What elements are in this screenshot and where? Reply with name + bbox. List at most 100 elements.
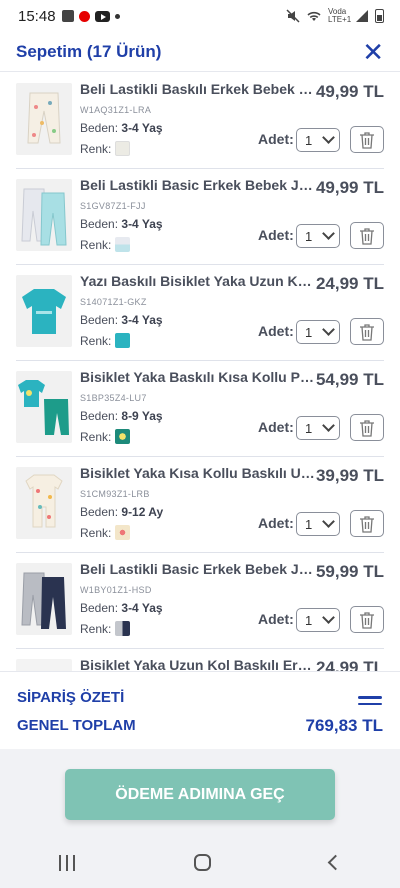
- quantity-value: 1: [305, 228, 313, 244]
- chevron-down-icon: [322, 227, 335, 240]
- cart-header: Sepetim (17 Ürün) ✕: [0, 32, 400, 72]
- product-size: Beden: 3-4 Yaş: [80, 601, 163, 615]
- size-value: 3-4 Yaş: [121, 601, 163, 615]
- recent-apps-icon[interactable]: [59, 854, 76, 871]
- cart-item: Beli Lastikli Basic Erkek Bebek Jog... 4…: [16, 169, 384, 265]
- color-swatch: [115, 333, 131, 348]
- size-label: Beden:: [80, 601, 119, 615]
- size-value: 3-4 Yaş: [121, 121, 163, 135]
- quantity-label: Adet:: [258, 131, 294, 147]
- back-icon[interactable]: [327, 854, 343, 871]
- delete-button[interactable]: [350, 510, 384, 537]
- chevron-down-icon: [322, 515, 335, 528]
- cart-item: Yazı Baskılı Bisiklet Yaka Uzun Koll... …: [16, 265, 384, 361]
- summary-toggle-icon[interactable]: [358, 696, 382, 709]
- chevron-down-icon: [322, 419, 335, 432]
- quantity-label: Adet:: [258, 611, 294, 627]
- quantity-select[interactable]: 1: [296, 416, 340, 440]
- color-swatch: [115, 429, 131, 444]
- size-label: Beden:: [80, 409, 119, 423]
- checkout-button[interactable]: ÖDEME ADIMINA GEÇ: [65, 769, 335, 820]
- product-image[interactable]: [16, 659, 72, 671]
- product-image[interactable]: [16, 371, 72, 443]
- cart-item: Bisiklet Yaka Kısa Kollu Baskılı Unis...…: [16, 457, 384, 553]
- status-bar: 15:48 Voda LTE+1: [0, 0, 400, 32]
- quantity-select[interactable]: 1: [296, 224, 340, 248]
- total-label: GENEL TOPLAM: [17, 717, 136, 734]
- trash-icon: [360, 611, 374, 629]
- product-price: 24,99 TL: [315, 658, 384, 671]
- product-name[interactable]: Beli Lastikli Basic Erkek Bebek Jog...: [80, 561, 316, 577]
- battery-icon: [375, 9, 384, 23]
- size-value: 3-4 Yaş: [121, 217, 163, 231]
- product-image[interactable]: [16, 83, 72, 155]
- product-name[interactable]: Beli Lastikli Basic Erkek Bebek Jog...: [80, 177, 316, 193]
- quantity-label: Adet:: [258, 323, 294, 339]
- size-value: 8-9 Yaş: [121, 409, 163, 423]
- android-nav-bar: [0, 837, 400, 888]
- app-notification-icon: [61, 10, 74, 22]
- product-price: 54,99 TL: [315, 370, 384, 389]
- product-code: S1CM93Z1-LRB: [80, 489, 150, 499]
- product-code: W1BY01Z1-HSD: [80, 585, 152, 595]
- product-price: 59,99 TL: [315, 562, 384, 581]
- color-label: Renk:: [80, 237, 112, 252]
- quantity-select[interactable]: 1: [296, 512, 340, 536]
- chevron-down-icon: [322, 131, 335, 144]
- cart-item: Beli Lastikli Baskılı Erkek Bebek Jog...…: [16, 73, 384, 169]
- quantity-value: 1: [305, 420, 313, 436]
- quantity-label: Adet:: [258, 419, 294, 435]
- quantity-label: Adet:: [258, 515, 294, 531]
- delete-button[interactable]: [350, 606, 384, 633]
- delete-button[interactable]: [350, 222, 384, 249]
- notification-icons: [61, 10, 120, 22]
- quantity-label: Adet:: [258, 227, 294, 243]
- trash-icon: [360, 323, 374, 341]
- carrier-label: Voda LTE+1: [328, 7, 352, 24]
- product-color: Renk:: [80, 429, 131, 444]
- cart-item: Bisiklet Yaka Baskılı Kısa Kollu Pa... 5…: [16, 361, 384, 457]
- product-image[interactable]: [16, 179, 72, 251]
- product-name[interactable]: Yazı Baskılı Bisiklet Yaka Uzun Koll...: [80, 273, 316, 289]
- home-icon[interactable]: [193, 854, 211, 871]
- delete-button[interactable]: [350, 414, 384, 441]
- quantity-select[interactable]: 1: [296, 320, 340, 344]
- total-amount: 769,83 TL: [305, 716, 384, 735]
- more-notifications-icon: [114, 13, 120, 19]
- product-name[interactable]: Beli Lastikli Baskılı Erkek Bebek Jog...: [80, 81, 316, 97]
- product-code: S14071Z1-GKZ: [80, 297, 147, 307]
- product-code: W1AQ31Z1-LRA: [80, 105, 152, 115]
- color-label: Renk:: [80, 525, 112, 540]
- product-code: S1GV87Z1-FJJ: [80, 201, 146, 211]
- delete-button[interactable]: [350, 126, 384, 153]
- product-image[interactable]: [16, 275, 72, 347]
- signal-icon: [356, 10, 368, 22]
- quantity-value: 1: [305, 612, 313, 628]
- product-name[interactable]: Bisiklet Yaka Baskılı Kısa Kollu Pa...: [80, 369, 316, 385]
- product-name[interactable]: Bisiklet Yaka Kısa Kollu Baskılı Unis...: [80, 465, 316, 481]
- chevron-down-icon: [322, 611, 335, 624]
- quantity-select[interactable]: 1: [296, 608, 340, 632]
- product-size: Beden: 3-4 Yaş: [80, 313, 163, 327]
- trash-icon: [360, 419, 374, 437]
- color-swatch: [115, 621, 131, 636]
- close-icon[interactable]: ✕: [362, 39, 384, 65]
- trash-icon: [360, 515, 374, 533]
- product-size: Beden: 3-4 Yaş: [80, 121, 163, 135]
- product-price: 39,99 TL: [315, 466, 384, 485]
- trash-icon: [360, 227, 374, 245]
- cart-item-list[interactable]: Beli Lastikli Baskılı Erkek Bebek Jog...…: [16, 73, 384, 671]
- product-color: Renk:: [80, 237, 131, 252]
- quantity-select[interactable]: 1: [296, 128, 340, 152]
- product-image[interactable]: [16, 467, 72, 539]
- product-code: S1BP35Z4-LU7: [80, 393, 147, 403]
- product-price: 49,99 TL: [315, 178, 384, 197]
- product-image[interactable]: [16, 563, 72, 635]
- product-color: Renk:: [80, 333, 131, 348]
- delete-button[interactable]: [350, 318, 384, 345]
- system-icons: Voda LTE+1: [286, 8, 384, 24]
- quantity-value: 1: [305, 324, 313, 340]
- page-title: Sepetim (17 Ürün): [16, 41, 162, 61]
- product-price: 24,99 TL: [315, 274, 384, 293]
- product-name[interactable]: Bisiklet Yaka Uzun Kol Baskılı Erkek...: [80, 657, 316, 671]
